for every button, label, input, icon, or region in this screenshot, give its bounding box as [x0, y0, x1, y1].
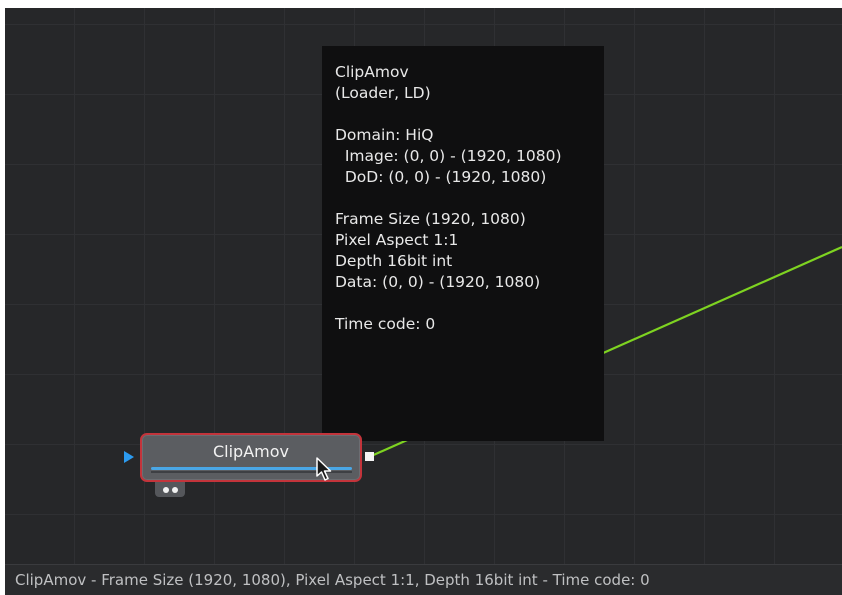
node-tooltip: ClipAmov (Loader, LD) Domain: HiQ Image:…	[322, 46, 604, 441]
tooltip-spacer	[335, 188, 604, 209]
input-port-icon[interactable]	[124, 451, 134, 463]
pointer-cursor-icon	[316, 457, 332, 481]
tooltip-spacer	[335, 104, 604, 125]
tooltip-line: Data: (0, 0) - (1920, 1080)	[335, 273, 541, 291]
tooltip-line: Domain: HiQ	[335, 126, 434, 144]
tooltip-spacer	[335, 293, 604, 314]
dot-icon	[163, 487, 169, 493]
dot-icon	[172, 487, 178, 493]
tooltip-line: Pixel Aspect 1:1	[335, 231, 459, 249]
output-port-icon[interactable]	[365, 452, 374, 461]
node-editor-canvas[interactable]: ClipAmov (Loader, LD) Domain: HiQ Image:…	[5, 8, 842, 564]
tooltip-line: (Loader, LD)	[335, 84, 431, 102]
tooltip-line: DoD: (0, 0) - (1920, 1080)	[335, 168, 547, 186]
tooltip-line: ClipAmov	[335, 63, 409, 81]
tooltip-line: Frame Size (1920, 1080)	[335, 210, 526, 228]
node-options-tab[interactable]	[155, 482, 185, 497]
tooltip-line: Image: (0, 0) - (1920, 1080)	[335, 147, 562, 165]
tooltip-line: Time code: 0	[335, 315, 436, 333]
tooltip-line: Depth 16bit int	[335, 252, 453, 270]
status-text: ClipAmov - Frame Size (1920, 1080), Pixe…	[15, 571, 650, 589]
status-bar: ClipAmov - Frame Size (1920, 1080), Pixe…	[5, 564, 842, 595]
